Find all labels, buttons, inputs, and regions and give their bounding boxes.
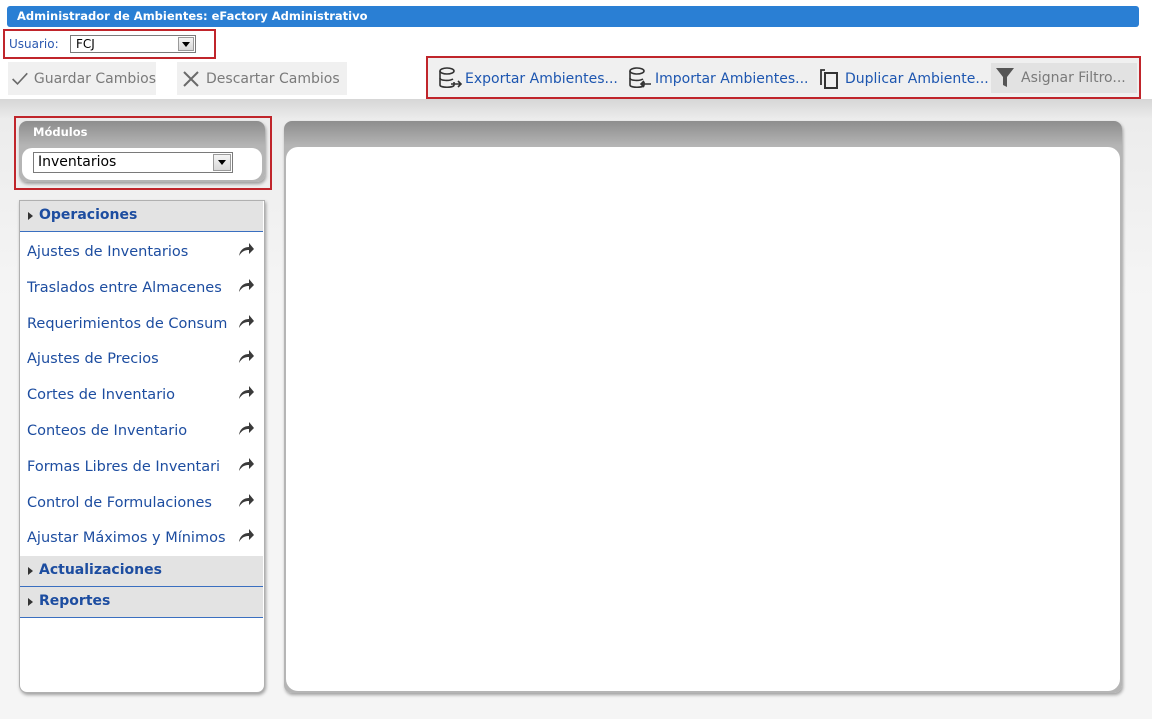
- export-environments-button[interactable]: Exportar Ambientes...: [437, 65, 618, 93]
- user-select-value: FCJ: [76, 37, 95, 51]
- forward-arrow-icon: [239, 529, 254, 543]
- chevron-down-icon[interactable]: [178, 37, 194, 51]
- user-label: Usuario:: [9, 37, 59, 51]
- discard-changes-button[interactable]: Descartar Cambios: [177, 62, 347, 95]
- main-content-area: [286, 147, 1120, 691]
- menu-item-label: Conteos de Inventario: [27, 422, 188, 439]
- filter-icon: [996, 68, 1014, 87]
- discard-changes-label: Descartar Cambios: [206, 70, 340, 87]
- export-environments-label: Exportar Ambientes...: [465, 71, 618, 87]
- menu-item[interactable]: Control de Formulaciones: [20, 485, 263, 521]
- menu-item-label: Ajustes de Precios: [27, 351, 159, 368]
- operaciones-list: Ajustes de Inventarios Traslados entre A…: [20, 234, 263, 556]
- checkmark-icon: [12, 72, 28, 85]
- navigation-menu: Operaciones Ajustes de Inventarios Trasl…: [19, 200, 265, 693]
- menu-item[interactable]: Ajustar Máximos y Mínimos: [20, 520, 263, 556]
- menu-item-label: Requerimientos de Consum: [27, 315, 228, 332]
- menu-item[interactable]: Requerimientos de Consum: [20, 306, 263, 342]
- copy-icon: [820, 69, 838, 89]
- menu-item-label: Ajustar Máximos y Mínimos: [27, 530, 226, 547]
- menu-item-label: Traslados entre Almacenes: [27, 279, 222, 296]
- menu-item[interactable]: Ajustes de Inventarios: [20, 234, 263, 270]
- menu-item-label: Formas Libres de Inventari: [27, 458, 221, 475]
- section-label: Actualizaciones: [39, 562, 162, 578]
- menu-item[interactable]: Formas Libres de Inventari: [20, 449, 263, 485]
- duplicate-environment-button[interactable]: Duplicar Ambiente...: [817, 65, 989, 93]
- forward-arrow-icon: [239, 314, 254, 328]
- duplicate-environment-label: Duplicar Ambiente...: [845, 71, 989, 87]
- environment-actions-group: Exportar Ambientes... Importar Ambientes…: [426, 56, 1141, 99]
- forward-arrow-icon: [239, 493, 254, 507]
- menu-item-label: Cortes de Inventario: [27, 387, 176, 404]
- menu-item[interactable]: Traslados entre Almacenes: [20, 270, 263, 306]
- user-selector-group: Usuario: FCJ: [3, 29, 216, 59]
- modules-highlight-frame: [14, 116, 272, 190]
- forward-arrow-icon: [239, 386, 254, 400]
- forward-arrow-icon: [239, 421, 254, 435]
- menu-item-label: Control de Formulaciones: [27, 494, 212, 511]
- section-operaciones[interactable]: Operaciones: [20, 201, 263, 232]
- import-environments-label: Importar Ambientes...: [655, 71, 809, 87]
- section-label: Reportes: [39, 593, 111, 609]
- forward-arrow-icon: [239, 457, 254, 471]
- window-title: Administrador de Ambientes: eFactory Adm…: [7, 6, 1139, 27]
- menu-item[interactable]: Ajustes de Precios: [20, 341, 263, 377]
- menu-item[interactable]: Conteos de Inventario: [20, 413, 263, 449]
- assign-filter-label: Asignar Filtro...: [1021, 70, 1126, 86]
- close-icon: [183, 70, 199, 87]
- forward-arrow-icon: [239, 278, 254, 292]
- section-label: Operaciones: [39, 207, 138, 223]
- section-reportes[interactable]: Reportes: [20, 587, 263, 618]
- assign-filter-button[interactable]: Asignar Filtro...: [991, 63, 1137, 93]
- database-export-icon: [439, 67, 463, 89]
- save-changes-label: Guardar Cambios: [33, 70, 156, 87]
- menu-item-label: Ajustes de Inventarios: [27, 244, 189, 260]
- import-environments-button[interactable]: Importar Ambientes...: [627, 65, 808, 93]
- forward-arrow-icon: [239, 350, 254, 364]
- section-actualizaciones[interactable]: Actualizaciones: [20, 556, 263, 587]
- main-content-panel: [284, 121, 1122, 693]
- user-select[interactable]: FCJ: [70, 35, 196, 53]
- menu-item[interactable]: Cortes de Inventario: [20, 377, 263, 413]
- save-changes-button[interactable]: Guardar Cambios: [8, 62, 156, 95]
- forward-arrow-icon: [239, 243, 254, 256]
- database-import-icon: [629, 67, 651, 89]
